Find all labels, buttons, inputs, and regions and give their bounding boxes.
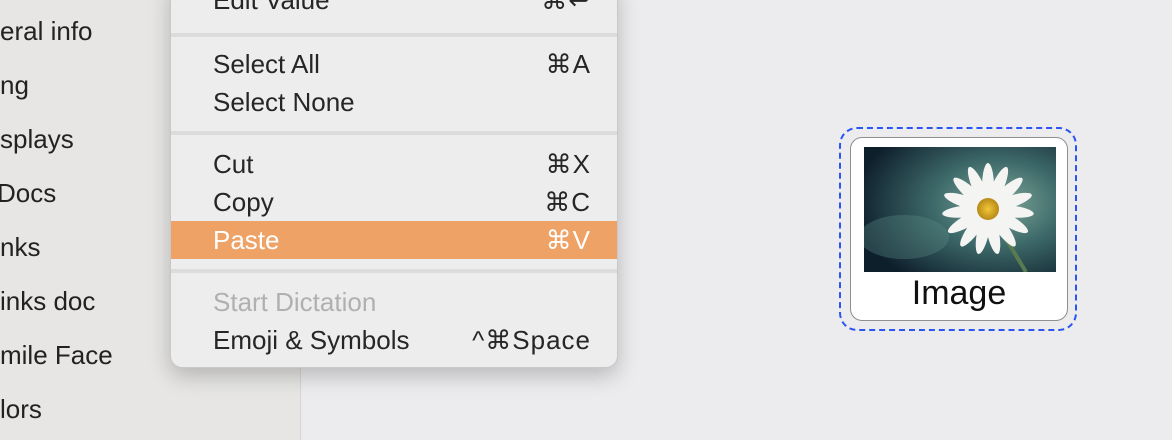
sidebar-item-2[interactable]: ng xyxy=(0,65,29,105)
menu-item-label: Copy xyxy=(213,187,274,217)
menu-item-label: Select None xyxy=(213,87,355,117)
sidebar-item-colors[interactable]: lors xyxy=(0,389,42,429)
menu-separator xyxy=(171,269,617,273)
image-card[interactable]: Image xyxy=(850,137,1068,321)
menu-item-shortcut: ⌘X xyxy=(545,149,591,179)
menu-item-label: Emoji & Symbols xyxy=(213,325,410,355)
menu-item-edit-value[interactable]: Edit Value ⌘↩ xyxy=(171,0,617,19)
sidebar-item-links[interactable]: nks xyxy=(0,227,40,267)
sidebar-item-smile-face[interactable]: mile Face xyxy=(0,335,113,375)
menu-item-label: Select All xyxy=(213,49,320,79)
sidebar-item-links-doc[interactable]: inks doc xyxy=(0,281,95,321)
menu-item-cut[interactable]: Cut ⌘X xyxy=(171,145,617,183)
menu-item-copy[interactable]: Copy ⌘C xyxy=(171,183,617,221)
image-label: Image xyxy=(911,274,1007,312)
menu-item-shortcut: ^⌘Space xyxy=(472,325,591,355)
menu-item-select-all[interactable]: Select All ⌘A xyxy=(171,45,617,83)
daisy-photo xyxy=(864,147,1056,272)
context-menu: Edit Value ⌘↩ Select All ⌘A Select None … xyxy=(170,0,618,368)
menu-item-emoji-symbols[interactable]: Emoji & Symbols ^⌘Space xyxy=(171,321,617,359)
menu-item-label: Cut xyxy=(213,149,254,179)
menu-item-label: Paste xyxy=(213,225,280,255)
daisy-flower-icon xyxy=(864,147,1056,272)
menu-item-label: Start Dictation xyxy=(213,287,377,317)
sidebar-item-displays[interactable]: splays xyxy=(0,119,74,159)
menu-item-shortcut: ⌘↩ xyxy=(541,0,591,15)
menu-item-start-dictation: Start Dictation xyxy=(171,283,617,321)
menu-separator xyxy=(171,33,617,37)
menu-item-label: Edit Value xyxy=(213,0,330,15)
menu-item-shortcut: ⌘A xyxy=(545,49,591,79)
menu-item-select-none[interactable]: Select None xyxy=(171,83,617,121)
menu-item-shortcut: ⌘V xyxy=(545,225,591,255)
menu-item-shortcut: ⌘C xyxy=(544,187,591,217)
sidebar-item-general-info[interactable]: eral info xyxy=(0,11,93,51)
menu-separator xyxy=(171,131,617,135)
menu-item-paste[interactable]: Paste ⌘V xyxy=(171,221,617,259)
sidebar-item-docs[interactable]: Docs xyxy=(0,173,56,213)
